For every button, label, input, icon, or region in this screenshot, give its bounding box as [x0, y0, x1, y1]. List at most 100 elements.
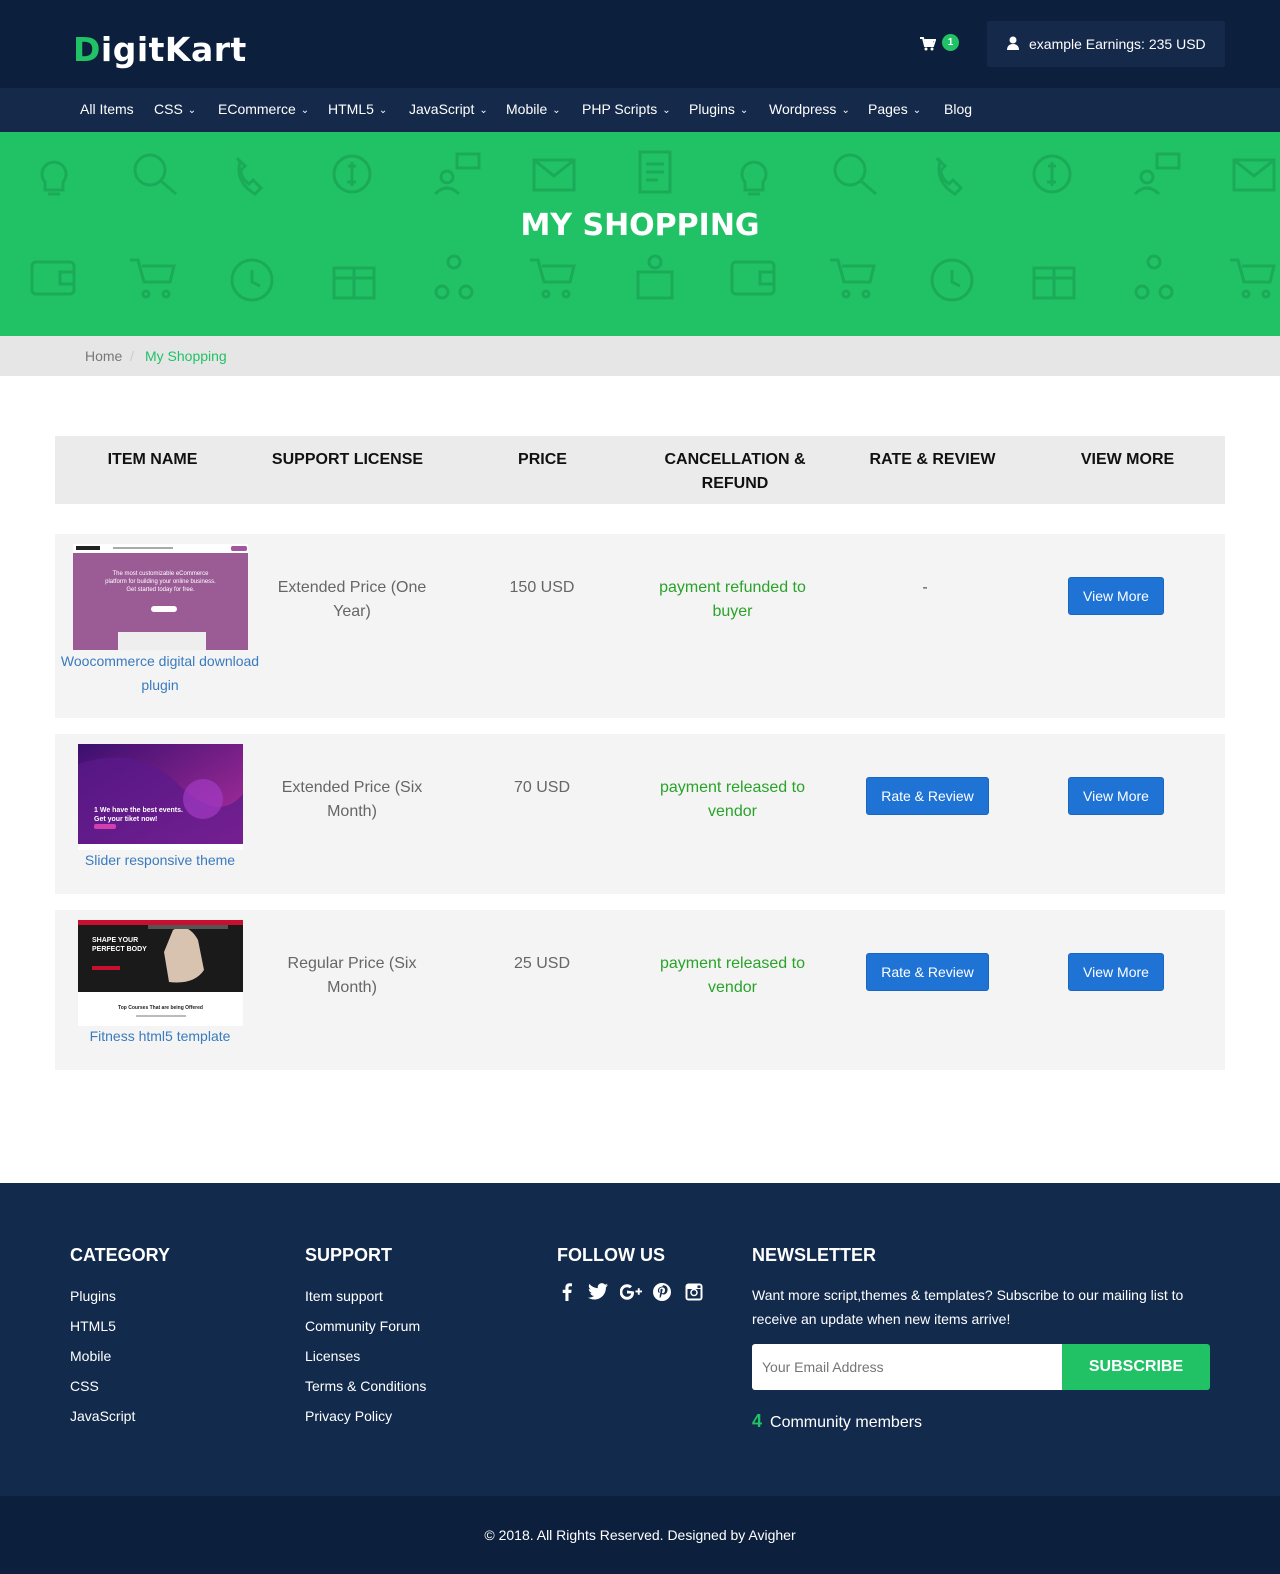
column-header-cancellation-refund: CANCELLATION & REFUND: [664, 451, 806, 492]
refund-status: payment released to vendor: [660, 955, 805, 996]
nav-label: PHP Scripts: [582, 101, 658, 117]
nav-label: Wordpress: [769, 101, 837, 117]
cart-icon: [920, 37, 936, 51]
instagram-icon[interactable]: [685, 1283, 703, 1306]
thumb-text: SHAPE YOUR: [92, 937, 139, 944]
cart-count-badge: 1: [942, 34, 959, 51]
nav-item-javascript[interactable]: JavaScript ⌄: [409, 101, 488, 117]
price: 150 USD: [509, 579, 575, 596]
item-name-link[interactable]: Woocommerce digital download plugin: [60, 649, 260, 697]
footer-link-html5[interactable]: HTML5: [70, 1318, 116, 1334]
table-header: ITEM NAME SUPPORT LICENSE PRICE CANCELLA…: [55, 436, 1225, 504]
nav-label: ECommerce: [218, 101, 296, 117]
item-name-link[interactable]: Slider responsive theme: [60, 848, 260, 872]
table-row: The most customizable eCommerce platform…: [55, 534, 1225, 718]
nav-label: HTML5: [328, 101, 374, 117]
nav-label: Blog: [944, 101, 973, 117]
logo-initial: D: [73, 30, 101, 69]
account-earnings-label: example Earnings: 235 USD: [1029, 36, 1206, 52]
column-header-rate-review: RATE & REVIEW: [869, 451, 996, 468]
nav-item-ecommerce[interactable]: ECommerce ⌄: [218, 101, 309, 117]
nav-item-php-scripts[interactable]: PHP Scripts ⌄: [582, 101, 671, 117]
community-members: 4 Community members: [752, 1411, 922, 1432]
footer-link-javascript[interactable]: JavaScript: [70, 1408, 135, 1424]
nav-label: All Items: [80, 101, 134, 117]
nav-item-wordpress[interactable]: Wordpress ⌄: [769, 101, 850, 117]
nav-item-html5[interactable]: HTML5 ⌄: [328, 101, 387, 117]
main-nav: All Items CSS ⌄ ECommerce ⌄ HTML5 ⌄ JavaScr…: [0, 88, 1280, 132]
breadcrumb-separator: /: [130, 348, 134, 364]
footer-support-title: SUPPORT: [305, 1245, 393, 1265]
footer-link-css[interactable]: CSS: [70, 1378, 99, 1394]
rate-review-placeholder: -: [922, 579, 928, 596]
chevron-down-icon: ⌄: [841, 105, 850, 116]
logo-text: igitKart: [100, 30, 247, 69]
view-more-button[interactable]: View More: [1068, 953, 1164, 991]
community-count: 4: [752, 1411, 763, 1431]
site-logo[interactable]: DigitKart: [73, 30, 247, 69]
newsletter-email-input[interactable]: [752, 1344, 1062, 1390]
thumb-text: Get started today for free.: [126, 587, 195, 593]
footer-link-community-forum[interactable]: Community Forum: [305, 1318, 420, 1334]
nav-item-all-items[interactable]: All Items: [80, 101, 134, 117]
column-header-price: PRICE: [518, 451, 567, 468]
thumb-text: The most customizable eCommerce: [112, 571, 209, 577]
table-row: SHAPE YOUR PERFECT BODY Top Courses That…: [55, 910, 1225, 1070]
page-title: MY SHOPPING: [520, 208, 760, 243]
thumb-text: Top Courses That are being Offered: [118, 1005, 203, 1011]
footer-link-mobile[interactable]: Mobile: [70, 1348, 111, 1364]
nav-item-plugins[interactable]: Plugins ⌄: [689, 101, 748, 117]
chevron-down-icon: ⌄: [552, 105, 561, 116]
breadcrumb-current: My Shopping: [145, 348, 227, 364]
nav-item-blog[interactable]: Blog: [944, 101, 972, 117]
twitter-icon[interactable]: [588, 1283, 608, 1305]
pinterest-icon[interactable]: [653, 1283, 671, 1306]
support-license: Regular Price (Six Month): [287, 955, 417, 996]
nav-item-css[interactable]: CSS ⌄: [154, 101, 196, 117]
item-name-link[interactable]: Fitness html5 template: [60, 1024, 260, 1048]
copyright-bar: © 2018. All Rights Reserved. Designed by…: [0, 1496, 1280, 1574]
refund-status: payment released to vendor: [660, 779, 805, 820]
nav-item-pages[interactable]: Pages ⌄: [868, 101, 921, 117]
thumb-text: PERFECT BODY: [92, 946, 147, 953]
facebook-icon[interactable]: [562, 1283, 572, 1306]
footer-newsletter-title: NEWSLETTER: [752, 1245, 876, 1265]
view-more-button[interactable]: View More: [1068, 777, 1164, 815]
footer-link-licenses[interactable]: Licenses: [305, 1348, 360, 1364]
account-button[interactable]: example Earnings: 235 USD: [987, 21, 1225, 67]
item-thumbnail[interactable]: The most customizable eCommerce platform…: [73, 544, 248, 650]
page-banner: MY SHOPPING: [0, 132, 1280, 336]
column-header-item-name: ITEM NAME: [107, 451, 198, 468]
nav-label: Mobile: [506, 101, 548, 117]
breadcrumb: Home / My Shopping: [0, 336, 1280, 376]
footer-link-plugins[interactable]: Plugins: [70, 1288, 116, 1304]
nav-label: Plugins: [689, 101, 735, 117]
item-thumbnail[interactable]: SHAPE YOUR PERFECT BODY Top Courses That…: [78, 920, 243, 1026]
footer-link-terms[interactable]: Terms & Conditions: [305, 1378, 426, 1394]
footer-link-item-support[interactable]: Item support: [305, 1288, 383, 1304]
cart-button[interactable]: 1: [920, 34, 960, 54]
breadcrumb-home-link[interactable]: Home: [85, 348, 122, 364]
column-header-support-license: SUPPORT LICENSE: [271, 451, 424, 468]
chevron-down-icon: ⌄: [187, 105, 197, 116]
user-icon: [1007, 36, 1019, 50]
rate-review-button[interactable]: Rate & Review: [866, 953, 989, 991]
thumb-text: Get your tiket now!: [94, 816, 158, 823]
product-preview-image: [73, 544, 248, 650]
support-license: Extended Price (One Year): [277, 579, 427, 620]
newsletter-description: Want more script,themes & templates? Sub…: [752, 1287, 1184, 1327]
price: 25 USD: [513, 955, 571, 972]
item-thumbnail[interactable]: 1 We have the best events. Get your tike…: [78, 744, 243, 850]
subscribe-button[interactable]: SUBSCRIBE: [1062, 1344, 1210, 1390]
nav-item-mobile[interactable]: Mobile ⌄: [506, 101, 561, 117]
chevron-down-icon: ⌄: [912, 105, 922, 116]
footer-link-privacy-policy[interactable]: Privacy Policy: [305, 1408, 392, 1424]
chevron-down-icon: ⌄: [739, 105, 749, 116]
view-more-button[interactable]: View More: [1068, 577, 1164, 615]
footer-follow-title: FOLLOW US: [557, 1245, 665, 1265]
nav-label: CSS: [154, 101, 183, 117]
chevron-down-icon: ⌄: [479, 105, 488, 116]
refund-status: payment refunded to buyer: [659, 579, 806, 620]
google-plus-icon[interactable]: [619, 1283, 642, 1306]
rate-review-button[interactable]: Rate & Review: [866, 777, 989, 815]
